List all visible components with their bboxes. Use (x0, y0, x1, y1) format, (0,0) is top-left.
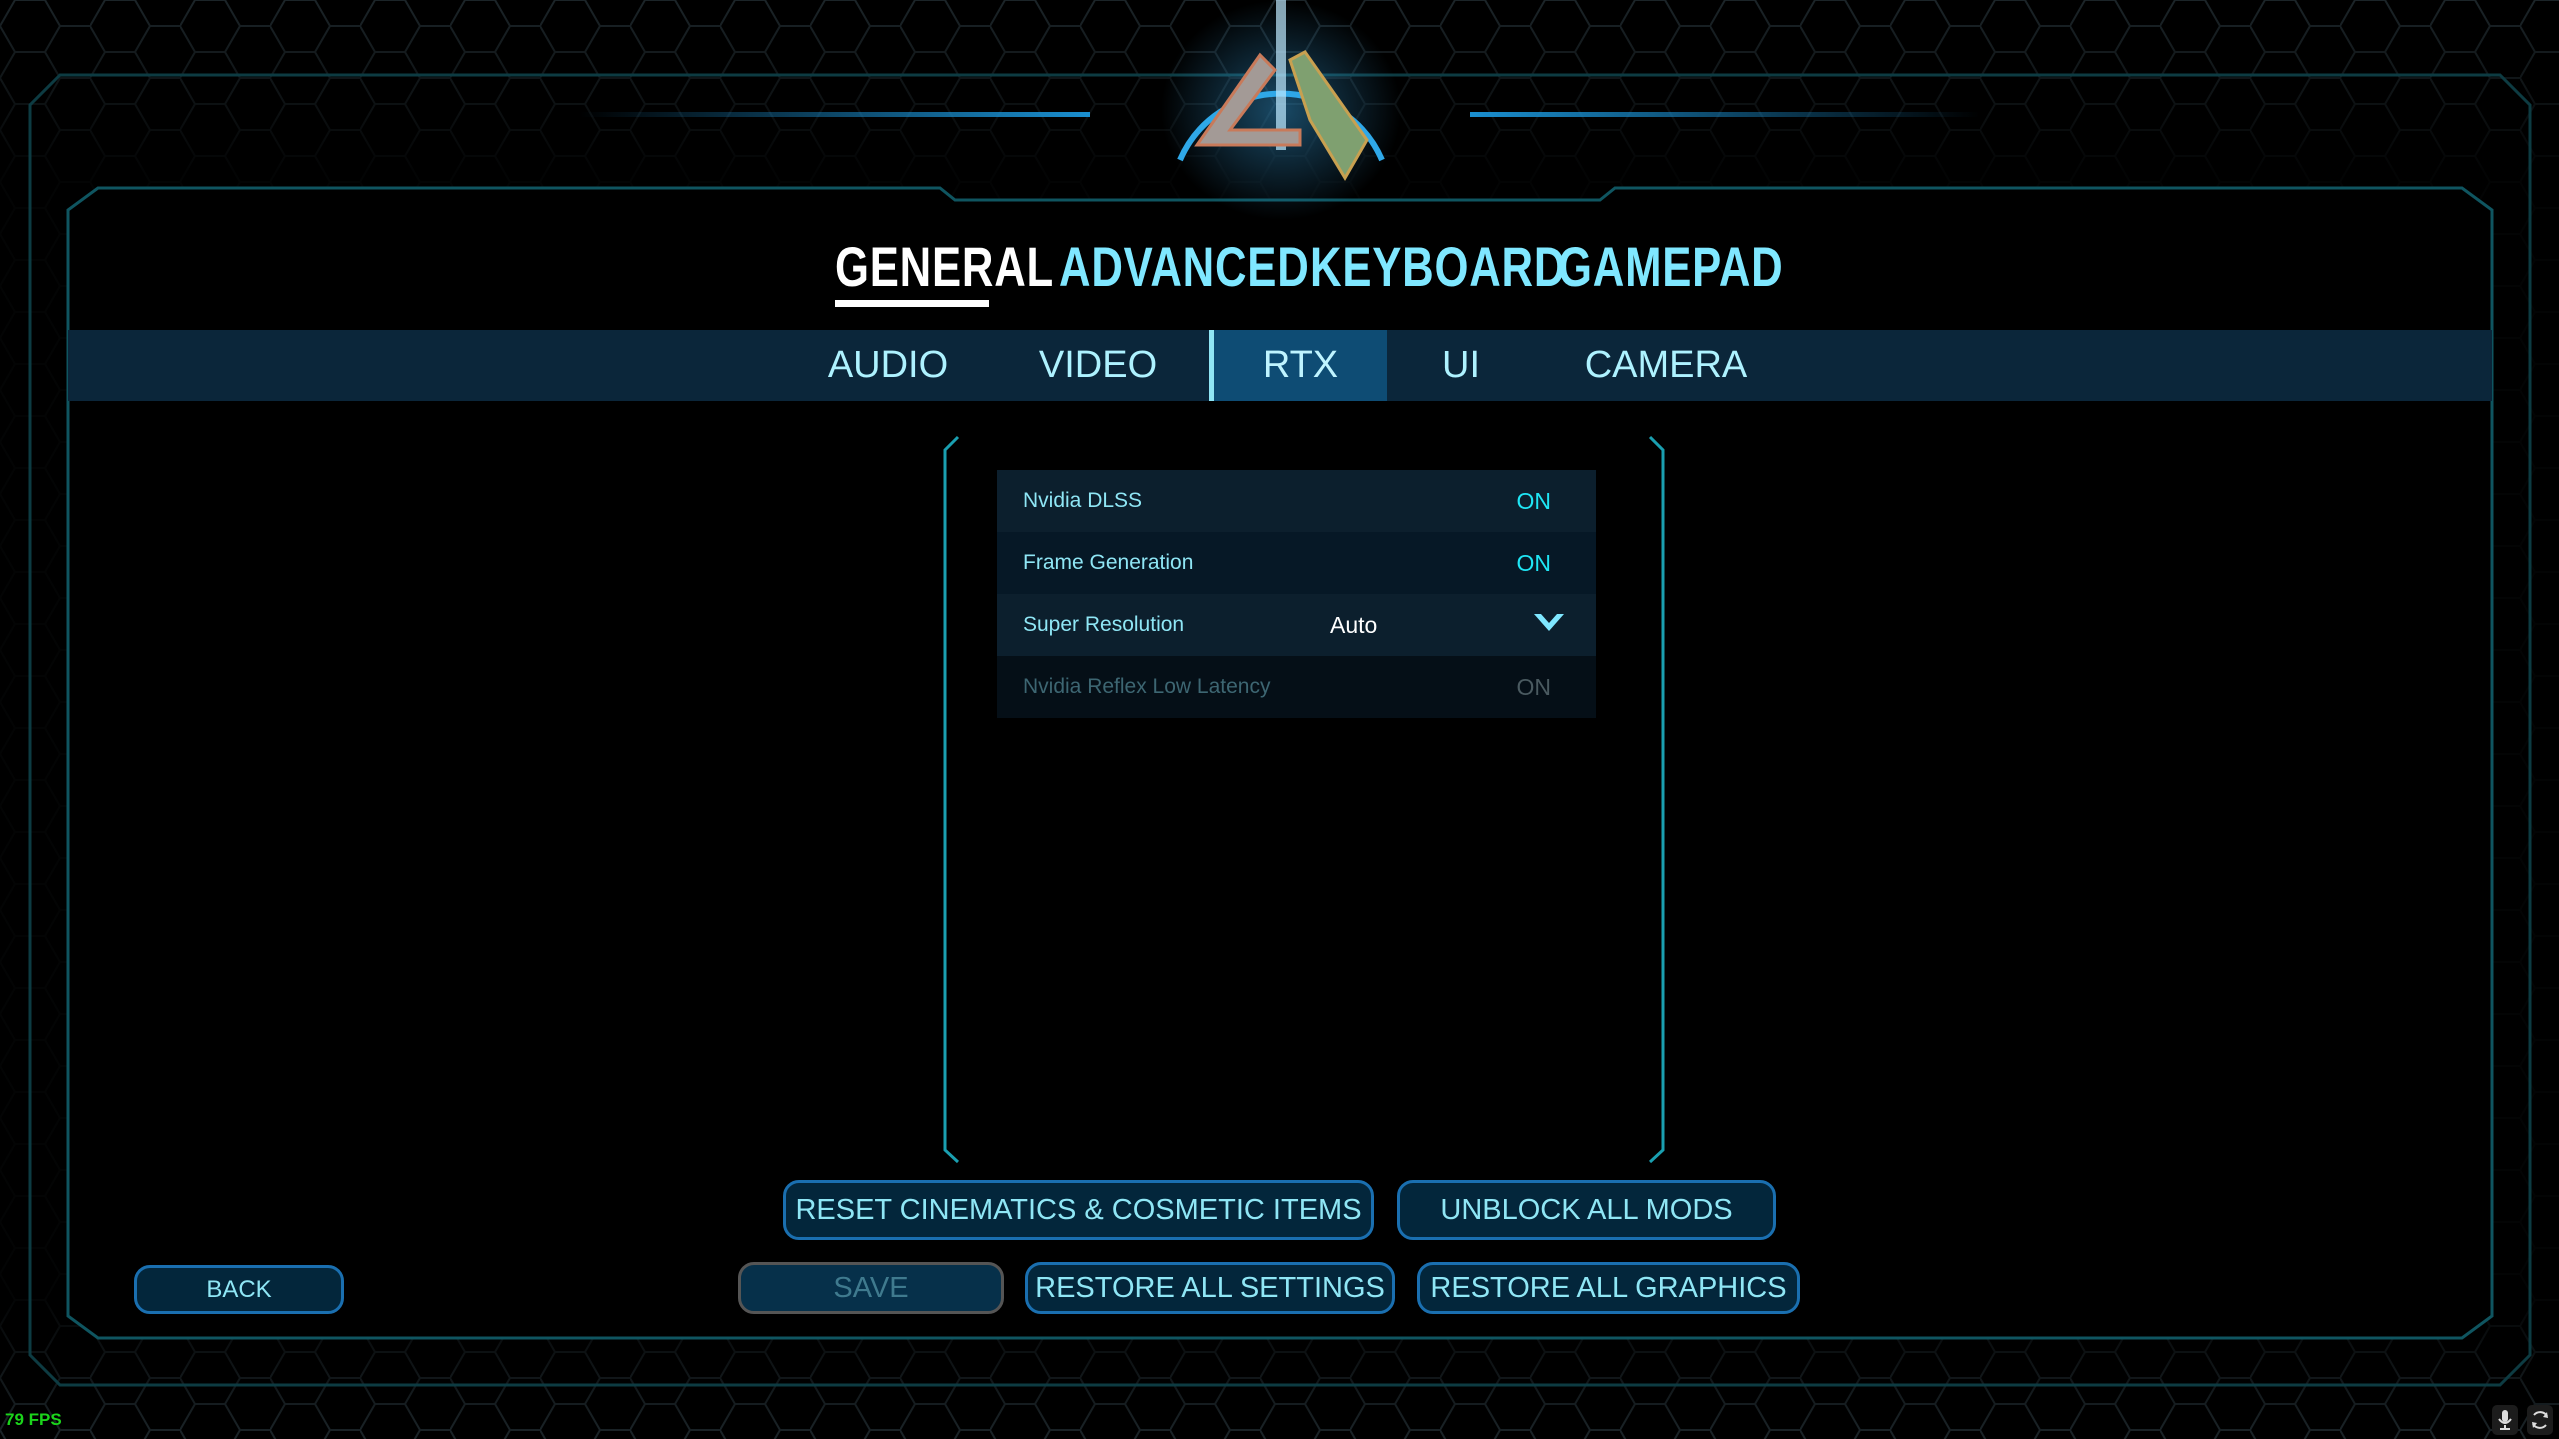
setting-row-dlss[interactable]: Nvidia DLSS ON (997, 470, 1596, 532)
setting-row-frame-generation[interactable]: Frame Generation ON (997, 532, 1596, 594)
subtab-rtx[interactable]: RTX (1209, 330, 1387, 401)
fps-counter: 79 FPS (5, 1410, 62, 1429)
restore-all-settings-button[interactable]: RESTORE ALL SETTINGS (1025, 1262, 1395, 1314)
rtx-settings-list: Nvidia DLSS ON Frame Generation ON Super… (997, 470, 1596, 718)
toggle-value[interactable]: ON (1517, 550, 1552, 577)
chevron-down-icon[interactable] (1532, 612, 1566, 634)
unblock-mods-button[interactable]: UNBLOCK ALL MODS (1397, 1180, 1776, 1240)
setting-row-super-resolution[interactable]: Super Resolution Auto (997, 594, 1596, 656)
restore-all-graphics-button[interactable]: RESTORE ALL GRAPHICS (1417, 1262, 1800, 1314)
microphone-icon[interactable] (2492, 1405, 2518, 1435)
save-button[interactable]: SAVE (738, 1262, 1004, 1314)
subtab-video[interactable]: VIDEO (998, 330, 1198, 401)
setting-label: Super Resolution (1023, 613, 1185, 636)
setting-row-reflex: Nvidia Reflex Low Latency ON (997, 656, 1596, 718)
dropdown-value[interactable]: Auto (1330, 612, 1377, 639)
toggle-value: ON (1516, 673, 1552, 700)
ark-logo (1161, 0, 1401, 220)
setting-label: Nvidia DLSS (1023, 489, 1143, 512)
subtab-ui[interactable]: UI (1401, 330, 1521, 401)
reset-cinematics-button[interactable]: RESET CINEMATICS & COSMETIC ITEMS (783, 1180, 1374, 1240)
toggle-value[interactable]: ON (1517, 488, 1552, 515)
active-tab-underline (835, 300, 989, 307)
tab-general[interactable]: GENERAL (835, 232, 1054, 302)
back-button[interactable]: BACK (134, 1265, 344, 1314)
tab-keyboard[interactable]: KEYBOARD (1310, 232, 1566, 302)
tab-advanced[interactable]: ADVANCED (1059, 232, 1310, 302)
setting-label: Nvidia Reflex Low Latency (1023, 675, 1271, 698)
tab-gamepad[interactable]: GAMEPAD (1558, 232, 1783, 302)
subtab-bar: AUDIO VIDEO RTX UI CAMERA (68, 330, 2492, 401)
sync-icon[interactable] (2527, 1405, 2553, 1435)
subtab-camera[interactable]: CAMERA (1566, 330, 1766, 401)
subtab-audio[interactable]: AUDIO (788, 330, 988, 401)
setting-label: Frame Generation (1023, 551, 1194, 574)
